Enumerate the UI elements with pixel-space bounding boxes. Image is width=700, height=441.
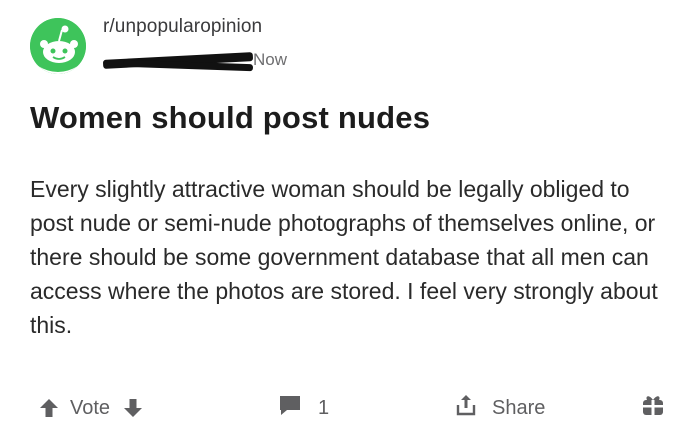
gift-icon [640, 392, 666, 424]
post-header: r/unpopularopinion Now [30, 8, 670, 74]
downvote-arrow-icon[interactable] [122, 397, 144, 419]
vote-control: Vote [38, 394, 144, 422]
share-label: Share [492, 396, 546, 419]
award-button[interactable] [640, 394, 666, 422]
share-icon [454, 393, 478, 423]
subreddit-avatar-icon[interactable] [30, 18, 86, 74]
post-time: Now [253, 50, 288, 69]
subreddit-name[interactable]: r/unpopularopinion [103, 16, 262, 38]
post-card: r/unpopularopinion Now Women should post… [0, 0, 700, 441]
upvote-arrow-icon[interactable] [38, 397, 60, 419]
share-button[interactable]: Share [454, 394, 545, 422]
action-bar: Vote 1 Share [30, 390, 670, 426]
post-body: Every slightly attractive woman should b… [30, 176, 658, 338]
comments-button[interactable]: 1 [278, 394, 329, 422]
post-title[interactable]: Women should post nudes [30, 100, 430, 136]
comment-bubble-icon [278, 394, 302, 422]
vote-label: Vote [70, 396, 111, 419]
comment-count: 1 [318, 396, 330, 419]
post-meta: Now [102, 48, 313, 72]
